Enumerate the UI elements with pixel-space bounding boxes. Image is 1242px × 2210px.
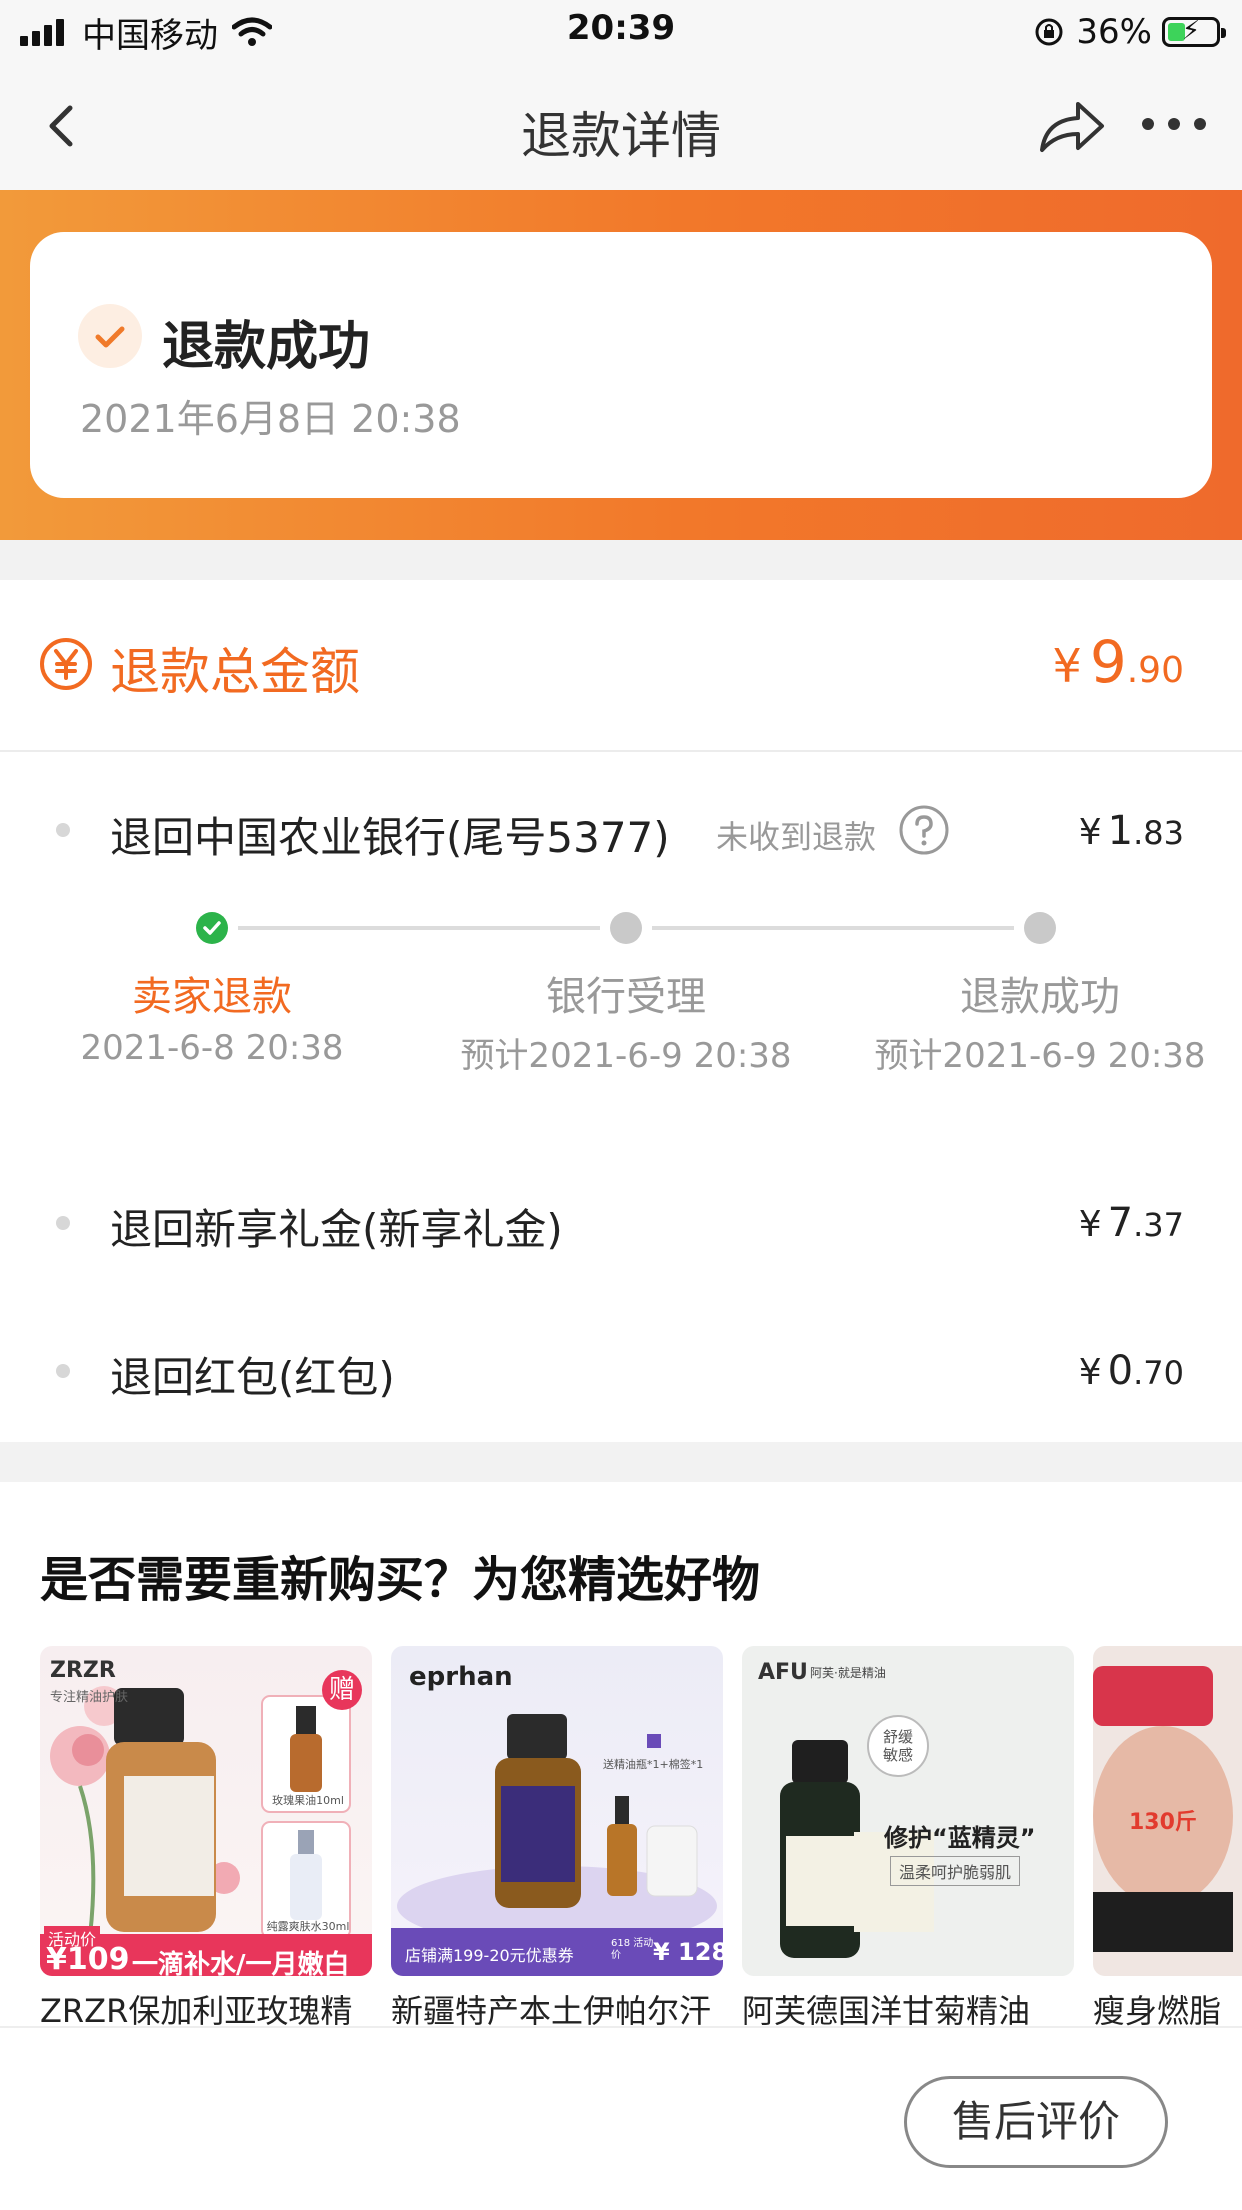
check-icon xyxy=(78,304,142,368)
promo-slogan: 一滴补水/一月嫩白 xyxy=(132,1950,350,1976)
progress-line xyxy=(652,926,1014,930)
gift-note: 送精油瓶*1+棉签*1 xyxy=(603,1758,704,1771)
step-label: 卖家退款 xyxy=(132,974,292,1020)
amount-integer: 1 xyxy=(1107,808,1134,854)
refund-line-amount: ¥0.70 xyxy=(1079,1348,1184,1394)
product-image[interactable]: eprhan 送精油瓶*1+棉签*1 店铺满199-20元优惠券 618 活动价… xyxy=(391,1646,723,1976)
step-done-icon xyxy=(196,912,228,944)
after-sale-review-button[interactable]: 售后评价 xyxy=(904,2076,1168,2168)
amount-integer: 7 xyxy=(1107,1200,1134,1246)
yen-icon xyxy=(40,638,92,690)
step-label: 退款成功 xyxy=(960,974,1120,1020)
amount-decimal: .37 xyxy=(1133,1206,1184,1244)
status-bar: 中国移动 20:39 36% ⚡ xyxy=(0,0,1242,62)
brand-subtitle: 专注精油护肤 xyxy=(50,1690,129,1705)
currency-symbol: ¥ xyxy=(1052,639,1082,693)
refund-breakdown: 退回中国农业银行(尾号5377) 未收到退款 ¥1.83 卖家退款 2021-6… xyxy=(0,752,1242,1442)
rotation-lock-icon xyxy=(1035,18,1063,46)
product-name[interactable]: 阿芙德国洋甘菊精油 xyxy=(742,1986,1074,2026)
recommendation-title: 是否需要重新购买？为您精选好物 xyxy=(40,1552,761,1608)
recommendation-carousel[interactable]: ZRZR 专注精油护肤 赠 玫瑰果油10ml 纯露爽肤水30ml 活动价 ¥10… xyxy=(40,1646,1242,2026)
product-caption: 纯露爽肤水30ml xyxy=(266,1920,350,1933)
brand-logo: ZRZR xyxy=(50,1658,116,1683)
step-pending-dot xyxy=(610,912,642,944)
amount-integer: 0 xyxy=(1107,1348,1134,1394)
refund-status-time: 2021年6月8日 20:38 xyxy=(80,397,461,441)
amount-decimal: .83 xyxy=(1133,814,1184,852)
refund-line-amount: ¥7.37 xyxy=(1079,1200,1184,1246)
help-icon[interactable] xyxy=(898,804,950,856)
bullet-dot xyxy=(56,1216,70,1230)
promo-price: ¥109 xyxy=(46,1942,130,1976)
charging-icon: ⚡ xyxy=(1181,16,1201,46)
refund-total-label: 退款总金额 xyxy=(110,643,360,701)
status-right: 36% ⚡ xyxy=(1034,10,1226,54)
product-name[interactable]: 新疆特产本土伊帕尔汗 xyxy=(391,1986,723,2026)
amount-decimal: .90 xyxy=(1126,650,1184,691)
gift-badge: 赠 xyxy=(322,1670,362,1710)
product-headline: 修护“蓝精灵” xyxy=(884,1824,1036,1852)
share-icon[interactable] xyxy=(1036,96,1108,156)
product-image[interactable]: ZRZR 专注精油护肤 赠 玫瑰果油10ml 纯露爽肤水30ml 活动价 ¥10… xyxy=(40,1646,372,1976)
currency-symbol: ¥ xyxy=(1078,1204,1102,1245)
nav-bar: 退款详情 xyxy=(0,62,1242,190)
product-caption: 玫瑰果油10ml xyxy=(272,1794,344,1807)
progress-line xyxy=(238,926,600,930)
weight-tag: 130斤 xyxy=(1129,1810,1197,1835)
brand-logo: eprhan xyxy=(409,1662,513,1692)
step-time: 预计2021-6-9 20:38 xyxy=(460,1036,792,1076)
brand-subtitle: 阿芙·就是精油 xyxy=(810,1666,886,1680)
step-label: 银行受理 xyxy=(546,974,706,1020)
promo-price: ¥ 128 xyxy=(653,1938,723,1966)
refund-progress-track: 卖家退款 2021-6-8 20:38 银行受理 预计2021-6-9 20:3… xyxy=(0,912,1242,1112)
refund-total-amount: ¥9.90 xyxy=(1053,628,1184,696)
product-image[interactable]: AFU 阿芙·就是精油 舒缓 敏感 修护“蓝精灵” 温柔呵护脆弱肌 xyxy=(742,1646,1074,1976)
bottom-action-bar: 售后评价 xyxy=(0,2026,1242,2210)
refund-total-section: 退款总金额 ¥9.90 xyxy=(0,580,1242,752)
product-image[interactable]: 130斤 xyxy=(1093,1646,1242,1976)
step-time: 2021-6-8 20:38 xyxy=(80,1028,344,1068)
amount-decimal: .70 xyxy=(1133,1354,1184,1392)
product-name[interactable]: ZRZR保加利亚玫瑰精 xyxy=(40,1986,372,2026)
refund-status-title: 退款成功 xyxy=(162,317,371,377)
currency-symbol: ¥ xyxy=(1078,812,1102,853)
refund-status-header: 退款成功 2021年6月8日 20:38 xyxy=(0,190,1242,540)
battery-percent: 36% xyxy=(1076,12,1152,52)
step-time: 预计2021-6-9 20:38 xyxy=(874,1036,1206,1076)
amount-integer: 9 xyxy=(1089,628,1127,696)
refund-status-card: 退款成功 2021年6月8日 20:38 xyxy=(30,232,1212,498)
brand-logo: AFU xyxy=(758,1660,808,1685)
product-subline: 温柔呵护脆弱肌 xyxy=(890,1856,1021,1886)
more-icon[interactable] xyxy=(1142,118,1206,134)
coupon-label: 店铺满199-20元优惠券 xyxy=(405,1946,574,1965)
refund-line-label: 退回红包(红包) xyxy=(110,1353,395,1402)
battery-icon: ⚡ xyxy=(1162,16,1226,47)
refund-line-label: 退回中国农业银行(尾号5377) xyxy=(110,813,670,862)
refund-line-amount: ¥1.83 xyxy=(1079,808,1184,854)
effect-badge: 舒缓 敏感 xyxy=(882,1728,913,1764)
refund-line-label: 退回新享礼金(新享礼金) xyxy=(110,1205,563,1254)
currency-symbol: ¥ xyxy=(1078,1352,1102,1393)
bullet-dot xyxy=(56,1364,70,1378)
step-pending-dot xyxy=(1024,912,1056,944)
refund-line-note: 未收到退款 xyxy=(716,818,877,856)
bullet-dot xyxy=(56,823,70,837)
product-name[interactable]: 瘦身燃脂 xyxy=(1093,1986,1242,2026)
recommendation-section: 是否需要重新购买？为您精选好物 ZRZR 专注精油护肤 赠 玫瑰果油10ml 纯… xyxy=(0,1482,1242,2026)
